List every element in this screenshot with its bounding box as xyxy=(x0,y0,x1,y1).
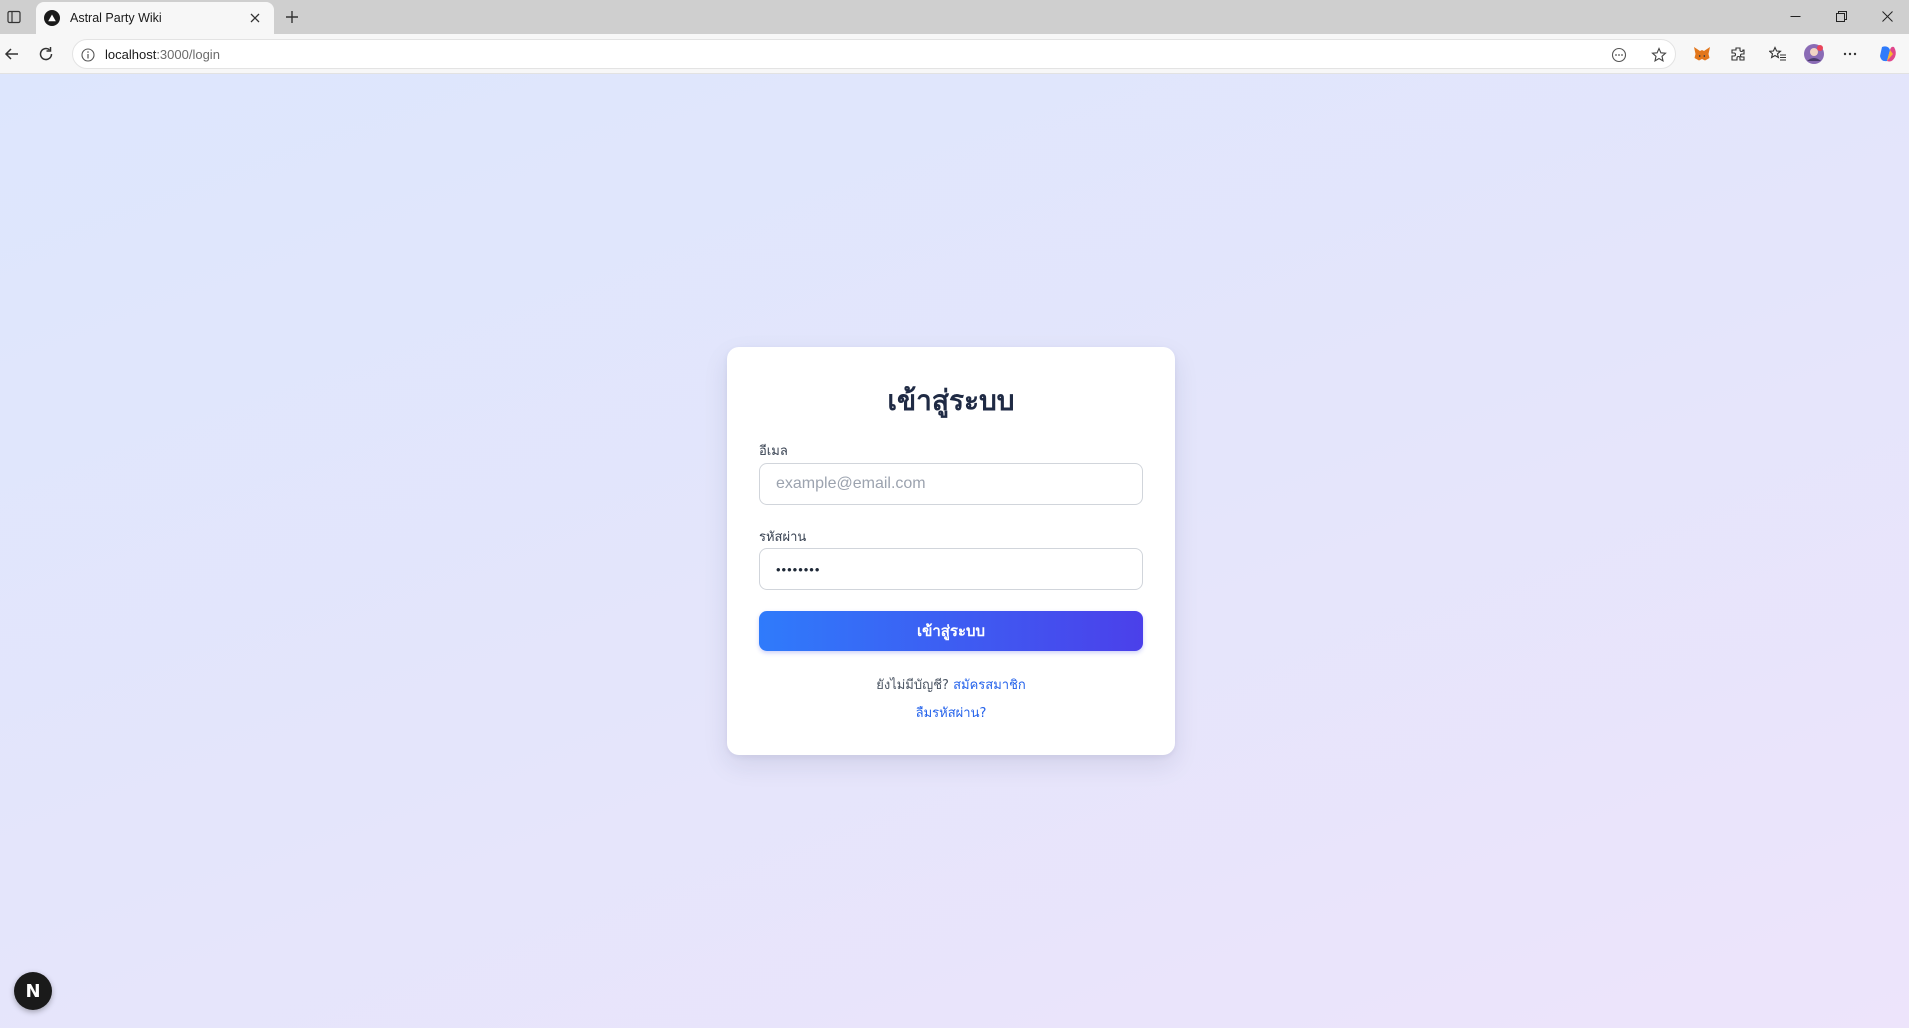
no-account-text: ยังไม่มีบัญชี? xyxy=(876,678,949,693)
forgot-password-link[interactable]: ลืมรหัสผ่าน? xyxy=(916,706,987,721)
minimize-icon[interactable] xyxy=(1772,0,1818,32)
tab-title: Astral Party Wiki xyxy=(70,11,162,25)
page-background: เข้าสู่ระบบ อีเมล รหัสผ่าน เข้าสู่ระบบ ย… xyxy=(0,74,1909,1028)
more-options-icon[interactable] xyxy=(1838,42,1862,66)
tab-bar: Astral Party Wiki xyxy=(0,0,1909,34)
dev-badge-letter: N xyxy=(25,980,41,1002)
url-path: :3000/login xyxy=(156,47,220,62)
tab-favicon-icon xyxy=(44,10,60,26)
url-field[interactable]: localhost:3000/login xyxy=(72,39,1676,69)
profile-avatar-icon[interactable] xyxy=(1802,42,1826,66)
signup-prompt: ยังไม่มีบัญชี? สมัครสมาชิก xyxy=(727,674,1175,695)
reading-mode-icon[interactable] xyxy=(1609,45,1629,65)
url-text: localhost:3000/login xyxy=(105,47,220,62)
new-tab-icon[interactable] xyxy=(280,5,304,29)
login-card: เข้าสู่ระบบ อีเมล รหัสผ่าน เข้าสู่ระบบ ย… xyxy=(727,347,1175,755)
forgot-password-row: ลืมรหัสผ่าน? xyxy=(727,702,1175,723)
reload-icon[interactable] xyxy=(34,42,58,66)
sidebar-toggle-icon[interactable] xyxy=(3,6,25,28)
restore-icon[interactable] xyxy=(1818,0,1864,32)
email-label: อีเมล xyxy=(759,444,788,459)
metamask-extension-icon[interactable] xyxy=(1690,42,1714,66)
site-info-icon[interactable] xyxy=(81,47,95,62)
password-label: รหัสผ่าน xyxy=(759,530,807,545)
close-tab-icon[interactable] xyxy=(246,9,264,27)
login-button[interactable]: เข้าสู่ระบบ xyxy=(759,611,1143,651)
password-field[interactable] xyxy=(759,548,1143,590)
extensions-icon[interactable] xyxy=(1726,42,1750,66)
page-title: เข้าสู่ระบบ xyxy=(887,384,1015,417)
nextjs-dev-indicator-icon[interactable]: N xyxy=(14,972,52,1010)
address-bar: localhost:3000/login xyxy=(0,34,1909,74)
favorite-star-icon[interactable] xyxy=(1649,45,1669,65)
back-icon[interactable] xyxy=(0,42,24,66)
copilot-icon[interactable] xyxy=(1876,42,1900,66)
close-window-icon[interactable] xyxy=(1864,0,1909,32)
browser-tab[interactable]: Astral Party Wiki xyxy=(36,2,274,34)
url-host: localhost xyxy=(105,47,157,62)
signup-link[interactable]: สมัครสมาชิก xyxy=(953,678,1026,693)
favorites-icon[interactable] xyxy=(1766,42,1790,66)
email-field[interactable] xyxy=(759,463,1143,505)
